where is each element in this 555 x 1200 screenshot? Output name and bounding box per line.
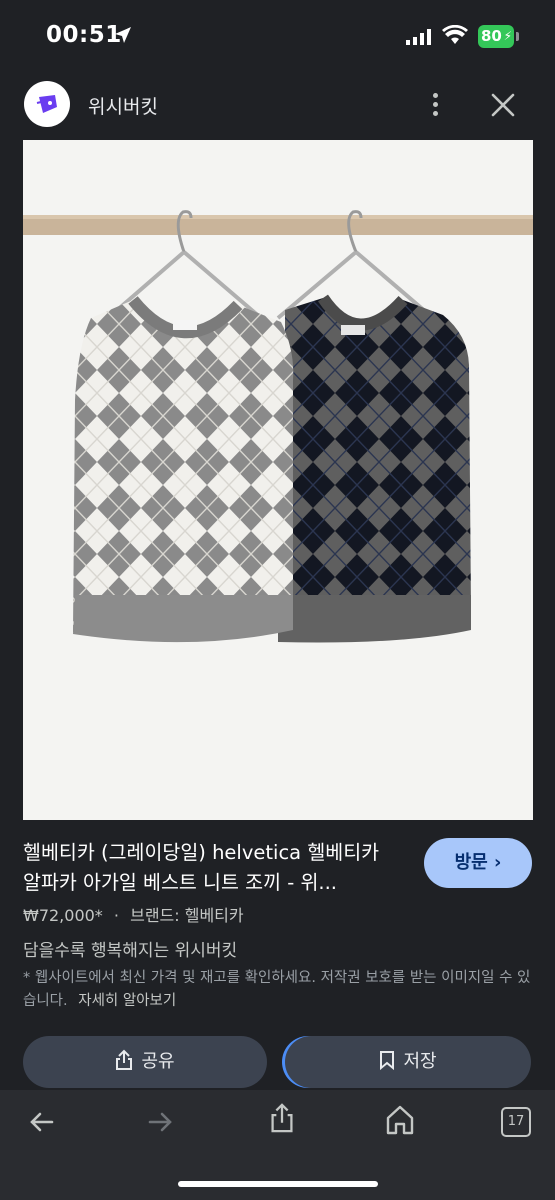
wifi-icon	[442, 25, 468, 44]
status-bar: 00:51 80 ⚡	[0, 0, 555, 70]
copyright-notice: * 웹사이트에서 최신 가격 및 재고를 확인하세요. 저작권 보호를 받는 이…	[23, 967, 533, 1013]
share-toolbar-icon[interactable]	[262, 1102, 302, 1134]
site-logo[interactable]	[24, 81, 70, 127]
learn-more-link[interactable]: 자세히 알아보기	[78, 993, 176, 1009]
site-tagline: 담을수록 행복해지는 위시버킷	[23, 941, 238, 961]
share-icon	[116, 1049, 133, 1070]
site-name: 위시버킷	[88, 96, 158, 118]
status-time: 00:51	[46, 22, 122, 48]
close-icon[interactable]	[490, 92, 516, 118]
visit-label: 방문	[454, 852, 488, 873]
price-line: ₩72,000* · 브랜드: 헬베티카	[23, 902, 244, 926]
visit-button[interactable]: 방문 ›	[424, 838, 532, 888]
share-label: 공유	[141, 1051, 175, 1072]
bookmark-icon	[380, 1051, 395, 1070]
more-icon[interactable]	[424, 90, 446, 120]
wishbucket-logo-icon	[36, 95, 57, 113]
battery-cap	[516, 32, 519, 41]
charging-icon: ⚡	[503, 29, 512, 43]
back-icon[interactable]	[22, 1106, 62, 1138]
save-button[interactable]: 저장	[285, 1036, 531, 1088]
product-image[interactable]	[23, 140, 533, 820]
product-title[interactable]: 헬베티카 (그레이당일) helvetica 헬베티카 알파카 아가일 베스트 …	[23, 838, 403, 898]
product-price: ₩72,000*	[23, 906, 103, 925]
battery-indicator: 80 ⚡	[478, 25, 514, 48]
location-arrow-icon	[115, 27, 131, 43]
forward-icon[interactable]	[140, 1106, 180, 1138]
save-label: 저장	[403, 1051, 437, 1072]
vest-photo	[23, 140, 533, 820]
chevron-right-icon: ›	[493, 852, 502, 873]
share-button[interactable]: 공유	[23, 1036, 267, 1088]
tabs-icon[interactable]: 17	[501, 1107, 531, 1137]
home-icon[interactable]	[380, 1104, 420, 1136]
home-indicator	[178, 1181, 378, 1187]
separator-dot: ·	[113, 906, 119, 925]
product-brand: 브랜드: 헬베티카	[130, 906, 244, 925]
signal-icon	[406, 29, 431, 45]
battery-level: 80	[481, 27, 502, 45]
app-header: 위시버킷	[0, 70, 555, 140]
